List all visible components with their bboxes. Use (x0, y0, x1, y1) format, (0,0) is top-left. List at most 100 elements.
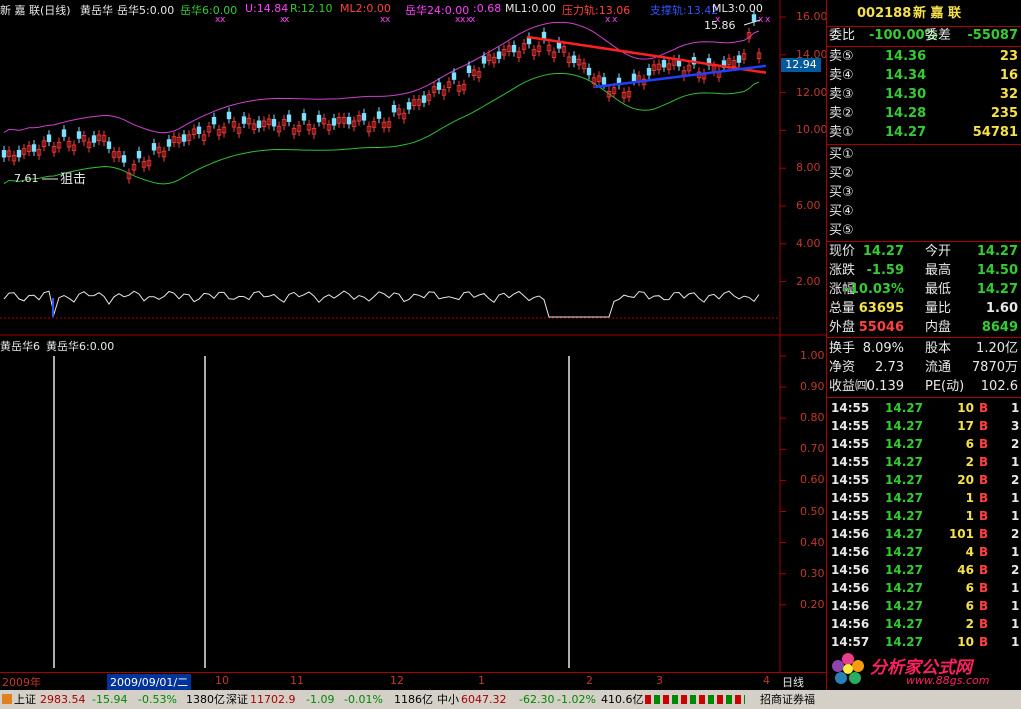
period-label[interactable]: 日线 (782, 674, 804, 690)
stat-value: 7870万 (971, 360, 1018, 375)
sell-volume: 54781 (972, 125, 1018, 140)
panel-divider (827, 144, 1021, 145)
tick-volume: 6 (965, 599, 974, 613)
candle-body (391, 104, 397, 113)
candle-body (331, 118, 337, 126)
stat-row: 外盘 55046 内盘 8649 (827, 319, 1021, 337)
chart-area[interactable]: xxxxxxxxxxxxxxx 新 嘉 联(日线) 黄岳华 岳华5:0.00 岳华6:… (0, 0, 828, 690)
panel-divider (827, 241, 1021, 242)
tick-volume: 6 (965, 581, 974, 595)
top-signal-marker: x (284, 15, 290, 25)
tick-bs: B (979, 635, 989, 649)
tick-count: 1 (1011, 455, 1020, 469)
tick-volume: 101 (948, 527, 974, 541)
candle-body (196, 126, 202, 135)
date-label: 3 (656, 674, 663, 687)
candle-body (601, 77, 607, 85)
tick-time: 14:55 (831, 455, 870, 469)
tick-time: 14:55 (831, 473, 870, 487)
lower-band-line (3, 73, 760, 185)
kline-chart[interactable]: x x xx x x x x xx x x x x x (0, 0, 826, 672)
tick-price: 14.27 (885, 437, 923, 451)
candle-body (496, 51, 502, 59)
candle-body (46, 134, 52, 142)
date-axis: 2009年 2009/09/01/二 10 11 12 1 2 3 4 日线 (0, 672, 826, 691)
weicha-value: -55087 (967, 28, 1018, 43)
tick-time: 14:56 (831, 599, 870, 613)
tick-row: 14:56 14.27 B 1 2 (827, 615, 1021, 633)
tick-row: 14:55 14.27 B 1 1 (827, 489, 1021, 507)
tick-volume: 2 (965, 617, 974, 631)
broker-name: 招商证券福 (760, 693, 815, 706)
sz-value: 11702.9 (250, 693, 296, 706)
tick-row: 14:55 14.27 B 3 17 (827, 417, 1021, 435)
sell-volume: 235 (990, 106, 1018, 121)
sz-amount: 1186亿 (394, 693, 433, 706)
tick-count: 2 (1011, 473, 1020, 487)
candle-body (406, 102, 412, 110)
candle-body (436, 82, 442, 90)
candle-body (151, 143, 157, 151)
indicator-title: U:14.84 (245, 2, 289, 15)
sub-indicator-line (3, 290, 760, 318)
zx-value: 6047.32 (461, 693, 507, 706)
candle-body (421, 95, 427, 103)
tick-volume: 1 (965, 491, 974, 505)
sell-label: 卖④ (829, 68, 854, 83)
candle-body (226, 111, 232, 120)
flower-logo-icon (832, 653, 864, 684)
indicator-title: R:12.10 (290, 2, 333, 15)
zx-change: -62.30 (519, 693, 555, 706)
tick-bs: B (979, 581, 989, 595)
candle-body (751, 14, 757, 22)
tick-count: 1 (1011, 617, 1020, 631)
zx-label: 中小 (437, 693, 459, 706)
candle-body (91, 135, 97, 143)
tick-bs: B (979, 545, 989, 559)
candle-body (271, 119, 277, 127)
date-label: 1 (478, 674, 485, 687)
tick-time: 14:55 (831, 491, 870, 505)
candle-body (61, 129, 67, 137)
sh-change: -15.94 (92, 693, 128, 706)
tick-price: 14.27 (885, 635, 923, 649)
tick-row: 14:56 14.27 B 1 6 (827, 597, 1021, 615)
buy-label: 买① (829, 147, 854, 162)
tick-row: 14:56 14.27 B 1 4 (827, 543, 1021, 561)
candle-body (571, 55, 577, 63)
tick-price: 14.27 (885, 545, 923, 559)
sell-row: 卖① 14.27 54781 (827, 124, 1021, 142)
tick-row: 14:55 14.27 B 1 10 (827, 399, 1021, 417)
tick-volume: 2 (965, 455, 974, 469)
buy-row: 买② (827, 165, 1021, 183)
tick-row: 14:55 14.27 B 2 6 (827, 435, 1021, 453)
candle-body (346, 116, 352, 125)
tick-volume: 20 (957, 473, 974, 487)
buy-row: 买③ (827, 184, 1021, 202)
stat-label: 流通 (925, 360, 952, 375)
stat-label: 现价 (829, 244, 856, 259)
candle-body (256, 120, 262, 128)
tick-count: 1 (1011, 581, 1020, 595)
tick-price: 14.27 (885, 599, 923, 613)
tick-volume: 17 (957, 419, 974, 433)
sell-volume: 16 (999, 68, 1018, 83)
sub-indicator-title: 黄岳华6 (0, 340, 40, 353)
indicator-title: 支撑轨:13.42 (650, 4, 719, 17)
tick-row: 14:55 14.27 B 1 2 (827, 453, 1021, 471)
tick-row: 14:56 14.27 B 2 46 (827, 561, 1021, 579)
tick-price: 14.27 (885, 491, 923, 505)
candle-body (211, 116, 217, 125)
candle-body (451, 72, 457, 80)
tick-volume: 4 (965, 545, 974, 559)
indicator-title: ML3:0.00 (712, 2, 763, 15)
tick-count: 1 (1011, 635, 1020, 649)
tick-time: 14:55 (831, 437, 870, 451)
sell-price: 14.30 (885, 87, 927, 102)
sh-label: 上证 (14, 693, 36, 706)
tick-time: 14:56 (831, 527, 870, 541)
sh-icon (2, 694, 12, 704)
tick-bs: B (979, 563, 989, 577)
sell-row: 卖② 14.28 235 (827, 105, 1021, 123)
stat-value: -10.03% (844, 282, 904, 297)
